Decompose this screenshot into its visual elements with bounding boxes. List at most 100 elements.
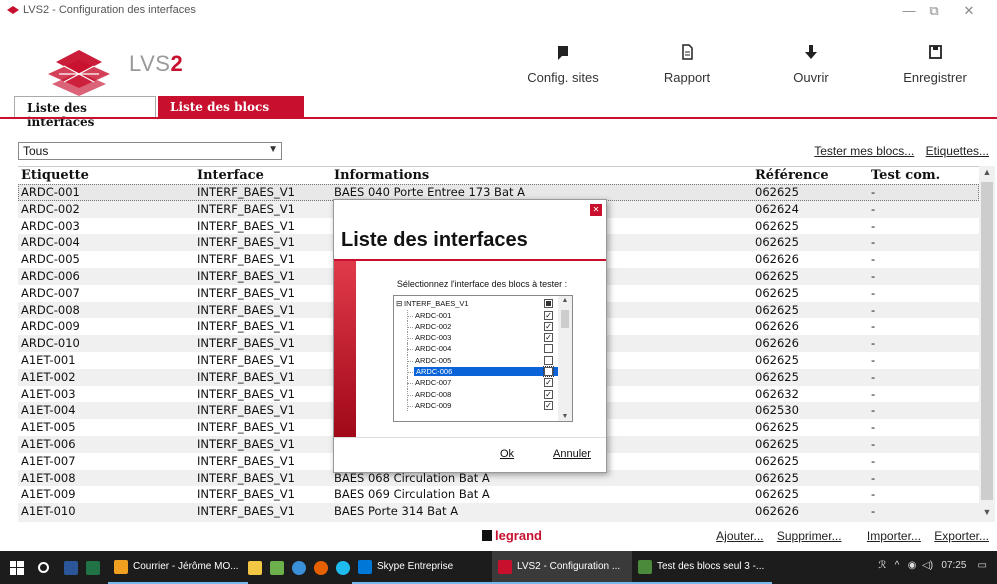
tree-item-label: ARDC-008 bbox=[415, 389, 452, 399]
table-row[interactable]: A1ET-010 INTERF_BAES_V1 BAES Porte 314 Bat… bbox=[18, 503, 979, 520]
tree-scroll-down-icon[interactable]: ▼ bbox=[558, 413, 572, 420]
search-icon[interactable] bbox=[38, 551, 49, 584]
maximize-button[interactable]: ⧉ bbox=[921, 2, 947, 20]
tree-guide bbox=[407, 315, 413, 317]
tree-scroll-up-icon[interactable]: ▲ bbox=[558, 297, 572, 304]
window-title: LVS2 - Configuration des interfaces bbox=[23, 4, 196, 16]
table-scrollbar[interactable]: ▲ ▼ bbox=[979, 166, 995, 522]
cell-test-com: - bbox=[871, 487, 876, 502]
tree-item[interactable]: ARDC-005 bbox=[394, 354, 558, 366]
unchecked-checkbox[interactable] bbox=[543, 366, 554, 377]
ouvrir-button[interactable]: Ouvrir bbox=[756, 42, 866, 85]
tree-item[interactable]: ARDC-002 ✓ bbox=[394, 320, 558, 333]
minimize-button[interactable]: — bbox=[896, 2, 922, 20]
cell-interface: INTERF_BAES_V1 bbox=[197, 353, 295, 367]
tree-item[interactable]: ARDC-009 ✓ bbox=[394, 399, 558, 412]
notification-icon[interactable]: ▭ bbox=[978, 560, 987, 571]
cell-reference: 062625 bbox=[755, 420, 799, 435]
cell-interface: INTERF_BAES_V1 bbox=[197, 403, 295, 418]
cell-reference: 062625 bbox=[755, 470, 799, 485]
taskbar-item-skype[interactable]: Skype Entreprise bbox=[352, 551, 492, 584]
clock[interactable]: 07:25 bbox=[941, 560, 966, 571]
document-icon bbox=[682, 44, 693, 60]
edge-icon[interactable] bbox=[292, 551, 311, 584]
tree-expander-icon[interactable]: ⊟ bbox=[396, 299, 402, 308]
taskbar-item-lvs2[interactable]: LVS2 - Configuration ... bbox=[492, 551, 632, 584]
cell-interface: INTERF_BAES_V1 bbox=[197, 386, 295, 401]
config-sites-button[interactable]: Config. sites bbox=[508, 42, 618, 85]
people-icon[interactable]: ℛ bbox=[878, 560, 886, 571]
annuler-button[interactable]: Annuler bbox=[553, 448, 591, 460]
scrollbar-thumb[interactable] bbox=[981, 182, 993, 500]
header-test-com[interactable]: Test com. bbox=[871, 168, 940, 183]
checked-checkbox[interactable]: ✓ bbox=[544, 389, 553, 399]
tab-liste-des-blocs[interactable]: Liste des blocs bbox=[158, 96, 304, 118]
rapport-button[interactable]: Rapport bbox=[632, 42, 742, 85]
filter-value: Tous bbox=[23, 144, 49, 158]
system-tray[interactable]: ℛ ^ ◉ ◁) 07:25 ▭ bbox=[878, 560, 987, 571]
header-interface[interactable]: Interface bbox=[197, 168, 264, 183]
cell-etiquette: ARDC-001 bbox=[21, 185, 80, 199]
explorer-icon[interactable] bbox=[248, 551, 267, 584]
unchecked-checkbox[interactable] bbox=[544, 355, 553, 365]
tree-guide bbox=[407, 405, 413, 407]
etiquettes-link[interactable]: Etiquettes... bbox=[926, 144, 989, 158]
cell-test-com: - bbox=[871, 201, 876, 216]
chevron-up-icon[interactable]: ^ bbox=[895, 560, 900, 571]
volume-icon[interactable]: ◁) bbox=[922, 560, 933, 571]
taskbar-item-test-blocs[interactable]: Test des blocs seul 3 -... bbox=[632, 551, 772, 584]
network-icon[interactable]: ◉ bbox=[908, 560, 917, 571]
header-etiquette[interactable]: Etiquette bbox=[21, 168, 89, 183]
tree-item[interactable]: ARDC-007 ✓ bbox=[394, 377, 558, 389]
tree-guide bbox=[407, 338, 413, 340]
filter-dropdown[interactable]: Tous ▼ bbox=[18, 142, 282, 160]
close-window-button[interactable]: ✕ bbox=[956, 2, 982, 20]
scroll-down-icon[interactable]: ▼ bbox=[979, 507, 995, 521]
start-button[interactable] bbox=[10, 551, 24, 584]
cell-reference: 062625 bbox=[755, 185, 799, 199]
importer-link[interactable]: Importer... bbox=[867, 529, 921, 543]
app-icon[interactable] bbox=[270, 551, 289, 584]
checked-checkbox[interactable]: ✓ bbox=[544, 378, 553, 388]
header-reference[interactable]: Référence bbox=[755, 168, 829, 183]
tester-mes-blocs-link[interactable]: Tester mes blocs... bbox=[814, 144, 914, 158]
tree-item[interactable]: ARDC-001 ✓ bbox=[394, 309, 558, 321]
checked-checkbox[interactable]: ✓ bbox=[544, 310, 553, 320]
word-icon[interactable] bbox=[64, 551, 83, 584]
tree-root-row[interactable]: ⊟ INTERF_BAES_V1 bbox=[394, 298, 558, 309]
ajouter-link[interactable]: Ajouter... bbox=[716, 529, 763, 543]
tree-item[interactable]: ARDC-008 ✓ bbox=[394, 388, 558, 400]
table-row[interactable]: A1ET-009 INTERF_BAES_V1 BAES 069 Circulati… bbox=[18, 486, 979, 503]
tree-scrollbar[interactable]: ▲ ▼ bbox=[558, 296, 572, 421]
cell-etiquette: A1ET-002 bbox=[21, 369, 76, 384]
checked-checkbox[interactable]: ✓ bbox=[544, 400, 553, 410]
tree-item[interactable]: ARDC-003 ✓ bbox=[394, 332, 558, 344]
firefox-icon[interactable] bbox=[314, 551, 333, 584]
cell-reference: 062624 bbox=[755, 201, 799, 216]
tree-item-label: ARDC-007 bbox=[415, 378, 452, 388]
legrand-square-icon bbox=[482, 530, 492, 541]
exporter-link[interactable]: Exporter... bbox=[934, 529, 989, 543]
tree-root-checkbox[interactable] bbox=[544, 299, 553, 308]
tree-item-label: ARDC-005 bbox=[415, 355, 452, 365]
tree-guide bbox=[407, 383, 413, 385]
ok-button[interactable]: Ok bbox=[500, 448, 514, 460]
excel-icon[interactable] bbox=[86, 551, 105, 584]
tab-liste-des-interfaces[interactable]: Liste des interfaces bbox=[14, 96, 156, 129]
download-arrow-icon bbox=[805, 45, 817, 59]
checked-checkbox[interactable]: ✓ bbox=[544, 321, 553, 331]
tree-item[interactable]: ARDC-004 bbox=[394, 343, 558, 355]
checked-checkbox[interactable]: ✓ bbox=[544, 333, 553, 343]
cell-etiquette: ARDC-003 bbox=[21, 218, 80, 233]
enregistrer-button[interactable]: Enregistrer bbox=[880, 42, 990, 85]
supprimer-link[interactable]: Supprimer... bbox=[777, 529, 842, 543]
dialog-close-icon[interactable]: ✕ bbox=[590, 204, 602, 216]
cell-etiquette: A1ET-007 bbox=[21, 453, 76, 468]
unchecked-checkbox[interactable] bbox=[544, 344, 553, 354]
tree-scrollbar-thumb[interactable] bbox=[561, 310, 569, 328]
scroll-up-icon[interactable]: ▲ bbox=[979, 167, 995, 181]
table-row-partial[interactable] bbox=[18, 520, 979, 522]
taskbar-item-courrier[interactable]: Courrier - Jérôme MO... bbox=[108, 551, 248, 584]
tree-item[interactable]: ARDC-006 bbox=[394, 366, 558, 378]
header-informations[interactable]: Informations bbox=[334, 168, 429, 183]
